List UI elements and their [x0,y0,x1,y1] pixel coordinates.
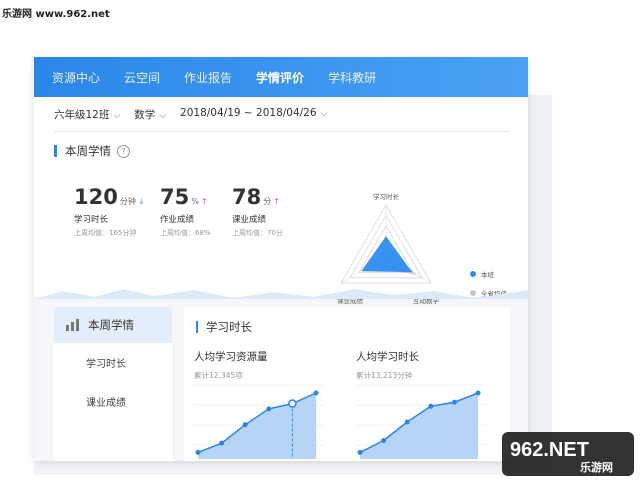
legend-label: 本班 [481,271,494,279]
stat-value: 78 [232,185,262,209]
data-point[interactable] [219,440,225,446]
data-point[interactable] [404,419,410,425]
stat-label: 作业成绩 [160,215,195,225]
stat-course-score: 78 分 ↑ 课业成绩 上周均值：70分 [232,185,283,238]
weekly-title: 本周学情 [65,144,111,158]
sidebar-item-study-time[interactable]: 学习时长 [54,355,172,370]
stat-study-time: 120 分钟 ↓ 学习时长 上周均值：165分钟 [74,185,145,238]
area-chart [356,384,486,459]
brand-watermark-logo: 962.NET 乐游网 [502,432,634,476]
date-range-select[interactable]: 2018/04/19 ~ 2018/04/26 ⌵ [180,107,327,122]
stat-value: 75 [160,185,190,209]
stat-unit: 分 [263,197,272,206]
chevron-down-icon: ⌵ [320,109,328,119]
data-point[interactable] [288,399,297,408]
chevron-down-icon: ⌵ [159,111,167,121]
card-title: 学习时长 [206,320,252,334]
watermark-logo-subtext: 乐游网 [580,460,613,474]
stat-value: 120 [74,185,118,209]
stat-label: 学习时长 [74,215,109,225]
arrow-down-icon: ↓ [137,197,145,206]
chart-subtitle: 累计13,213分钟 [356,371,413,380]
question-circle-icon[interactable]: ? [117,144,130,158]
chart-duration: 人均学习时长 累计13,213分钟 [356,349,486,461]
decorative-mountains [34,289,528,299]
data-point[interactable] [266,406,272,412]
chart-subtitle: 累计12,345项 [194,371,243,380]
chart-title: 人均学习时长 [356,351,419,363]
date-range-value: 2018/04/19 ~ 2018/04/26 [180,107,317,119]
radar-chart: 学习时长课业成绩 互动教学 [337,192,440,305]
legend-item-class: 本班 [470,269,507,279]
top-navigation: 资源中心 云空间 作业报告 学情评价 学科教研 [34,57,528,97]
weekly-overview-panel: 六年级12班 ⌵ 数学 ⌵ 2018/04/19 ~ 2018/04/26 ⌵ 本周学… [34,97,528,305]
chevron-down-icon: ⌵ [113,111,121,121]
stat-label: 课业成绩 [232,215,267,225]
arrow-up-icon: ↑ [273,197,280,206]
class-select-value: 六年级12班 [54,109,110,121]
card-header: 学习时长 [196,319,252,335]
sidebar-item-course-score[interactable]: 课业成绩 [54,394,172,409]
arrow-up-icon: ↑ [200,197,208,206]
data-point[interactable] [475,390,481,396]
chart-resources: 人均学习资源量 累计12,345项 [194,349,324,461]
legend-dot-class [470,271,476,277]
subject-select-value: 数学 [134,109,156,121]
sidebar-card: 本周学情 学习时长 课业成绩 [54,307,172,461]
chart-title: 人均学习资源量 [194,351,268,363]
stat-average: 上周均值：165分钟 [74,229,137,237]
study-time-card: 学习时长 人均学习资源量 累计12,345项 人均学习时长 累计13,213分钟 [184,307,510,461]
class-select[interactable]: 六年级12班 ⌵ [54,107,120,122]
data-point[interactable] [428,403,434,409]
radar-axis-label: 学习时长 [373,192,400,201]
stat-homework-score: 75% ↑ 作业成绩 上周均值：68% [160,185,211,238]
subject-select[interactable]: 数学 ⌵ [134,107,166,122]
stat-unit: % [191,197,199,206]
data-point[interactable] [381,438,387,444]
nav-item-evaluation[interactable]: 学情评价 [256,69,304,86]
radar-series-area [361,236,413,273]
filter-bar: 六年级12班 ⌵ 数学 ⌵ 2018/04/19 ~ 2018/04/26 ⌵ [54,107,327,122]
site-watermark-text: 乐游网 www.962.net [2,9,110,20]
stat-average: 上周均值：68% [160,229,211,237]
section-marker [196,321,198,333]
stat-average: 上周均值：70分 [232,229,283,237]
divider [54,131,510,132]
nav-item-homework[interactable]: 作业报告 [184,69,232,86]
area-chart [194,384,324,459]
app-window: 资源中心 云空间 作业报告 学情评价 学科教研 六年级12班 ⌵ 数学 ⌵ 2018… [34,57,528,461]
nav-item-resources[interactable]: 资源中心 [52,69,100,86]
nav-item-cloud[interactable]: 云空间 [124,69,160,86]
stat-unit: 分钟 [119,197,136,206]
sidebar-item-label: 本周学情 [88,318,134,332]
section-marker [54,145,57,157]
area-fill [198,393,316,459]
data-point[interactable] [242,422,248,428]
area-fill [360,393,478,459]
data-point[interactable] [451,399,457,405]
nav-item-research[interactable]: 学科教研 [328,69,376,86]
data-point[interactable] [357,449,363,455]
sidebar-item-weekly[interactable]: 本周学情 [54,307,172,343]
data-point[interactable] [195,449,201,455]
watermark-logo-text: 962.NET [510,439,589,461]
data-point[interactable] [313,390,319,396]
bar-chart-icon [66,319,79,331]
weekly-section-header: 本周学情 ? [54,143,130,159]
